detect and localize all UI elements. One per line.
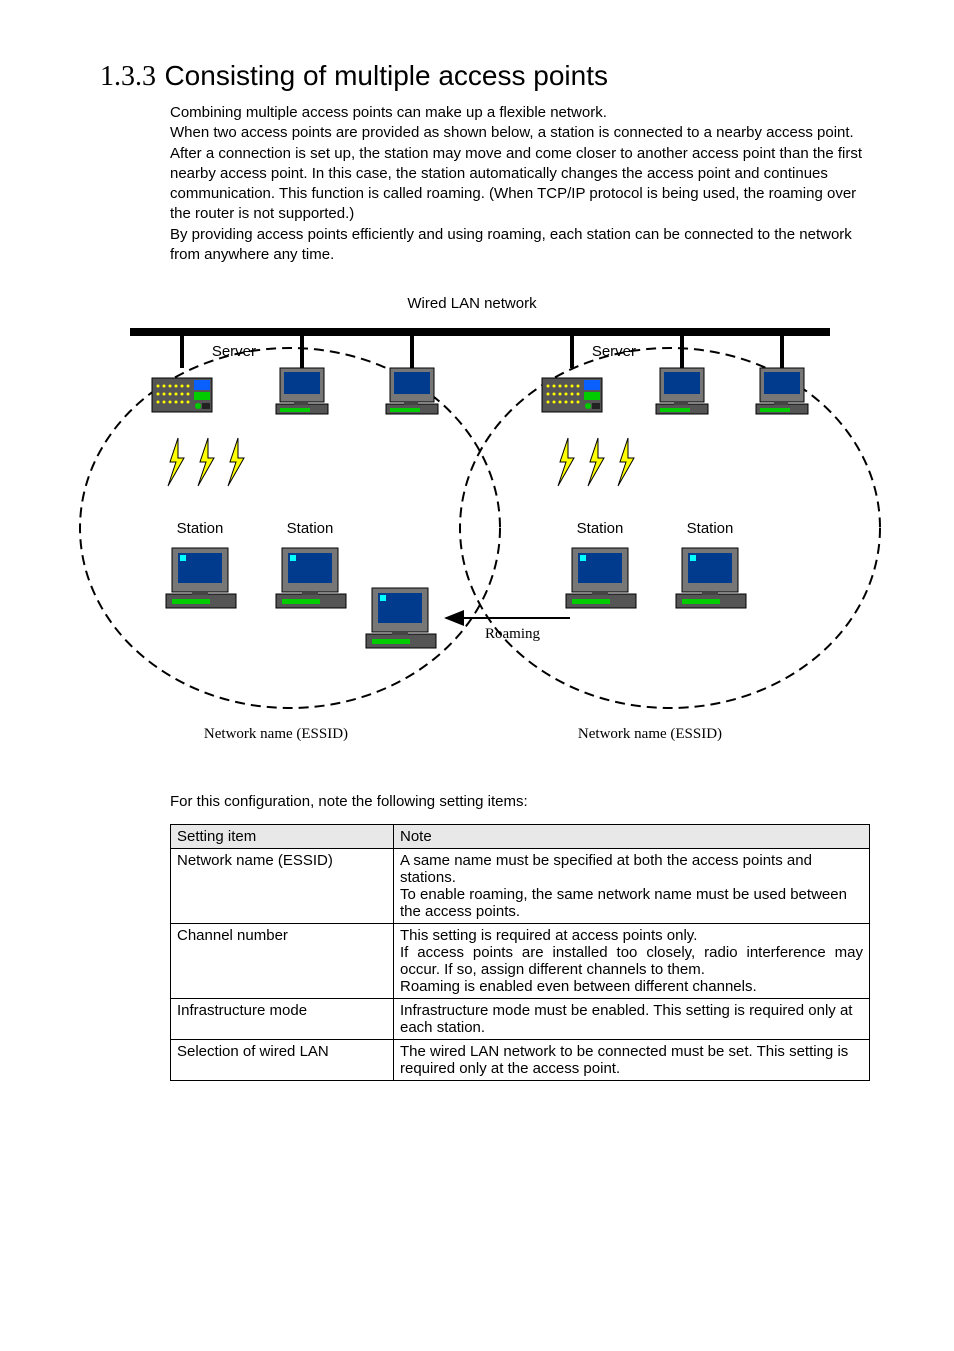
- essid-1-label: Network name (ESSID): [204, 726, 348, 742]
- cell-item: Channel number: [171, 924, 394, 999]
- paragraph-2: When two access points are provided as s…: [170, 124, 862, 222]
- settings-table: Setting item Note Network name (ESSID) A…: [170, 824, 870, 1081]
- paragraph-3: By providing access points efficiently a…: [170, 226, 852, 263]
- table-header-row: Setting item Note: [171, 825, 870, 849]
- cell-note: Infrastructure mode must be enabled. Thi…: [394, 999, 870, 1040]
- diagram-title: Wired LAN network: [70, 295, 874, 312]
- section-number: 1.3.3: [100, 61, 156, 92]
- cell-note: The wired LAN network to be connected mu…: [394, 1040, 870, 1081]
- header-note: Note: [394, 825, 870, 849]
- server-2-label: Server: [592, 343, 636, 360]
- cell-item: Selection of wired LAN: [171, 1040, 394, 1081]
- intro-paragraph: Combining multiple access points can mak…: [170, 103, 874, 265]
- table-row: Infrastructure mode Infrastructure mode …: [171, 999, 870, 1040]
- cell-note: A same name must be specified at both th…: [394, 849, 870, 924]
- crt-icon: [386, 368, 438, 414]
- station-4-label: Station: [687, 520, 734, 537]
- cell-note: This setting is required at access point…: [394, 924, 870, 999]
- station-pc-icon: [676, 548, 746, 608]
- server-1-label: Server: [212, 343, 256, 360]
- station-pc-icon: [166, 548, 236, 608]
- document-page: 1.3.3 Consisting of multiple access poin…: [0, 0, 954, 1141]
- signal-icon: [228, 438, 244, 486]
- station-1-label: Station: [177, 520, 224, 537]
- roaming-label: Roaming: [485, 626, 540, 642]
- table-row: Selection of wired LAN The wired LAN net…: [171, 1040, 870, 1081]
- table-row: Network name (ESSID) A same name must be…: [171, 849, 870, 924]
- signal-icon: [168, 438, 184, 486]
- signal-icon: [588, 438, 604, 486]
- network-diagram: Wired LAN network Server Server: [70, 295, 874, 753]
- signal-icon: [558, 438, 574, 486]
- access-point-1-icon: [152, 378, 212, 412]
- table-row: Channel number This setting is required …: [171, 924, 870, 999]
- signal-icon: [618, 438, 634, 486]
- station-3-label: Station: [577, 520, 624, 537]
- section-heading: 1.3.3 Consisting of multiple access poin…: [100, 60, 874, 93]
- note-line: For this configuration, note the followi…: [170, 793, 874, 810]
- section-title: Consisting of multiple access points: [164, 60, 608, 91]
- crt-icon: [656, 368, 708, 414]
- signal-icon: [198, 438, 214, 486]
- header-setting-item: Setting item: [171, 825, 394, 849]
- station-2-label: Station: [287, 520, 334, 537]
- lan-bus: [130, 328, 830, 336]
- paragraph-1: Combining multiple access points can mak…: [170, 104, 607, 121]
- roaming-pc-icon: [366, 588, 436, 648]
- essid-2-label: Network name (ESSID): [578, 726, 722, 742]
- station-pc-icon: [566, 548, 636, 608]
- cell-item: Infrastructure mode: [171, 999, 394, 1040]
- station-pc-icon: [276, 548, 346, 608]
- access-point-2-icon: [542, 378, 602, 412]
- diagram-svg: Server Server: [70, 318, 890, 748]
- cell-item: Network name (ESSID): [171, 849, 394, 924]
- crt-icon: [276, 368, 328, 414]
- crt-icon: [756, 368, 808, 414]
